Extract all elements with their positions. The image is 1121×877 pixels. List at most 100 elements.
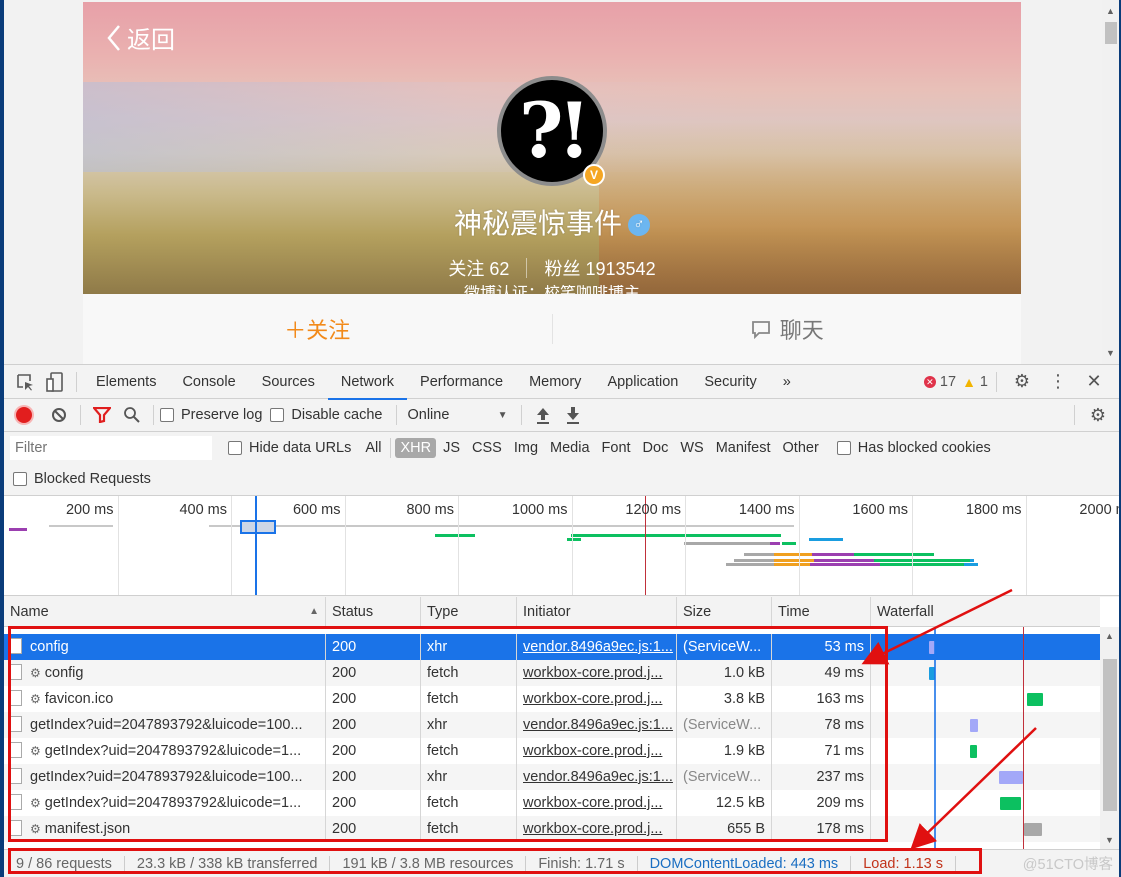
- clear-icon[interactable]: [44, 400, 74, 430]
- export-har-download-icon[interactable]: [558, 400, 588, 430]
- waterfall-bar: [1000, 797, 1021, 810]
- import-har-upload-icon[interactable]: [528, 400, 558, 430]
- record-button[interactable]: [16, 407, 32, 423]
- summary-dom-content-loaded: DOMContentLoaded: 443 ms: [638, 855, 852, 872]
- follow-button[interactable]: ＋关注: [83, 294, 552, 364]
- filter-type-all[interactable]: All: [360, 438, 386, 458]
- tab-elements[interactable]: Elements: [83, 365, 169, 399]
- cell-initiator[interactable]: workbox-core.prod.j...: [517, 660, 677, 686]
- checkbox-box[interactable]: [160, 408, 174, 422]
- filter-input[interactable]: [10, 436, 212, 460]
- scroll-up-icon[interactable]: ▲: [1106, 6, 1115, 16]
- filter-type-font[interactable]: Font: [597, 438, 636, 458]
- cell-waterfall: [871, 686, 1100, 712]
- error-count: 17: [939, 373, 957, 390]
- hide-data-urls-checkbox[interactable]: Hide data URLs: [228, 440, 351, 456]
- devtools-panel: Elements Console Sources Network Perform…: [4, 364, 1119, 877]
- column-header-status[interactable]: Status: [326, 597, 421, 627]
- filter-type-css[interactable]: CSS: [467, 438, 507, 458]
- following-stat[interactable]: 关注 62: [448, 259, 509, 279]
- cell-initiator[interactable]: workbox-core.prod.j...: [517, 816, 677, 842]
- page-scrollbar[interactable]: ▲ ▼: [1102, 0, 1119, 364]
- preserve-log-checkbox[interactable]: Preserve log: [160, 407, 262, 423]
- settings-gear-icon[interactable]: ⚙: [1005, 367, 1039, 397]
- search-icon[interactable]: [117, 400, 147, 430]
- tab-performance[interactable]: Performance: [407, 365, 516, 399]
- blocked-requests-label: Blocked Requests: [34, 471, 151, 487]
- warning-count: 1: [979, 373, 988, 390]
- file-icon: [10, 716, 22, 732]
- close-icon[interactable]: ✕: [1077, 367, 1111, 397]
- device-toolbar-icon[interactable]: [40, 365, 70, 399]
- filter-funnel-icon[interactable]: [87, 400, 117, 430]
- cell-name: ⚙ manifest.json: [4, 816, 326, 842]
- back-button[interactable]: 返回: [105, 20, 175, 55]
- network-overview-timeline[interactable]: 200 ms 400 ms 600 ms 800 ms 1000 ms 1200 ms 14…: [4, 496, 1119, 596]
- followers-label: 粉丝: [544, 259, 581, 279]
- cell-status: 200: [326, 712, 421, 738]
- network-settings-gear-icon[interactable]: ⚙: [1081, 400, 1115, 430]
- cell-initiator[interactable]: vendor.8496a9ec.js:1...: [517, 764, 677, 790]
- column-header-size[interactable]: Size: [677, 597, 772, 627]
- disable-cache-checkbox[interactable]: Disable cache: [270, 407, 382, 423]
- filter-type-js[interactable]: JS: [438, 438, 465, 458]
- checkbox-box[interactable]: [836, 441, 851, 455]
- scroll-down-icon[interactable]: ▼: [1106, 348, 1115, 358]
- filter-type-ws[interactable]: WS: [675, 438, 708, 458]
- column-header-waterfall[interactable]: Waterfall: [871, 597, 1100, 627]
- column-header-type[interactable]: Type: [421, 597, 517, 627]
- has-blocked-cookies-checkbox[interactable]: Has blocked cookies: [836, 440, 991, 456]
- throttling-select[interactable]: Online ▼: [407, 407, 507, 423]
- more-options-icon[interactable]: ⋮: [1041, 367, 1075, 397]
- followers-stat[interactable]: 粉丝 1913542: [544, 259, 655, 279]
- scroll-down-icon[interactable]: ▼: [1105, 835, 1114, 845]
- column-header-initiator[interactable]: Initiator: [517, 597, 677, 627]
- summary-transferred: 23.3 kB / 338 kB transferred: [125, 855, 331, 872]
- overview-trace: [9, 528, 27, 531]
- cell-size: (ServiceW...: [677, 634, 772, 660]
- tab-network[interactable]: Network: [327, 365, 408, 400]
- cell-initiator[interactable]: workbox-core.prod.j...: [517, 790, 677, 816]
- checkbox-box[interactable]: [13, 472, 27, 486]
- column-header-name[interactable]: Name ▲: [4, 597, 326, 627]
- overview-selection-handle[interactable]: [240, 520, 276, 534]
- checkbox-box[interactable]: [270, 408, 285, 422]
- tab-security[interactable]: Security: [691, 365, 769, 399]
- cell-initiator[interactable]: workbox-core.prod.j...: [517, 738, 677, 764]
- toolbar-divider: [153, 405, 154, 425]
- page-scrollbar-thumb[interactable]: [1105, 22, 1117, 44]
- tab-memory[interactable]: Memory: [516, 365, 594, 399]
- filter-type-other[interactable]: Other: [778, 438, 824, 458]
- filter-type-media[interactable]: Media: [545, 438, 595, 458]
- chat-bubble-icon: [751, 321, 770, 340]
- inspect-element-icon[interactable]: [10, 365, 40, 399]
- filter-type-doc[interactable]: Doc: [638, 438, 674, 458]
- hide-data-urls-label: Hide data URLs: [249, 440, 352, 456]
- issues-counter[interactable]: ✕ 17 ▲ 1: [923, 373, 988, 390]
- cell-name: ⚙ favicon.ico: [4, 686, 326, 712]
- scroll-up-icon[interactable]: ▲: [1105, 631, 1114, 641]
- cell-initiator[interactable]: vendor.8496a9ec.js:1...: [517, 634, 677, 660]
- cell-status: 200: [326, 660, 421, 686]
- tab-application[interactable]: Application: [594, 365, 691, 399]
- cell-initiator[interactable]: vendor.8496a9ec.js:1...: [517, 712, 677, 738]
- tab-sources[interactable]: Sources: [249, 365, 328, 399]
- chat-button[interactable]: 聊天: [553, 294, 1022, 364]
- more-tabs-icon[interactable]: »: [770, 365, 804, 399]
- cell-size: (ServiceW...: [677, 712, 772, 738]
- checkbox-box[interactable]: [228, 441, 242, 455]
- filter-type-img[interactable]: Img: [509, 438, 543, 458]
- table-scrollbar[interactable]: ▲ ▼: [1100, 627, 1119, 849]
- filter-type-manifest[interactable]: Manifest: [711, 438, 776, 458]
- blocked-requests-checkbox[interactable]: Blocked Requests: [13, 471, 151, 487]
- cell-name: getIndex?uid=2047893792&luicode=100...: [4, 764, 326, 790]
- tab-console[interactable]: Console: [169, 365, 248, 399]
- table-scrollbar-thumb[interactable]: [1103, 659, 1117, 811]
- column-header-time[interactable]: Time: [772, 597, 871, 627]
- toolbar-divider: [521, 405, 523, 425]
- cell-waterfall: [871, 660, 1100, 686]
- filter-type-xhr[interactable]: XHR: [395, 438, 437, 458]
- cell-type: xhr: [421, 712, 517, 738]
- chevron-left-icon: [107, 24, 120, 51]
- cell-initiator[interactable]: workbox-core.prod.j...: [517, 686, 677, 712]
